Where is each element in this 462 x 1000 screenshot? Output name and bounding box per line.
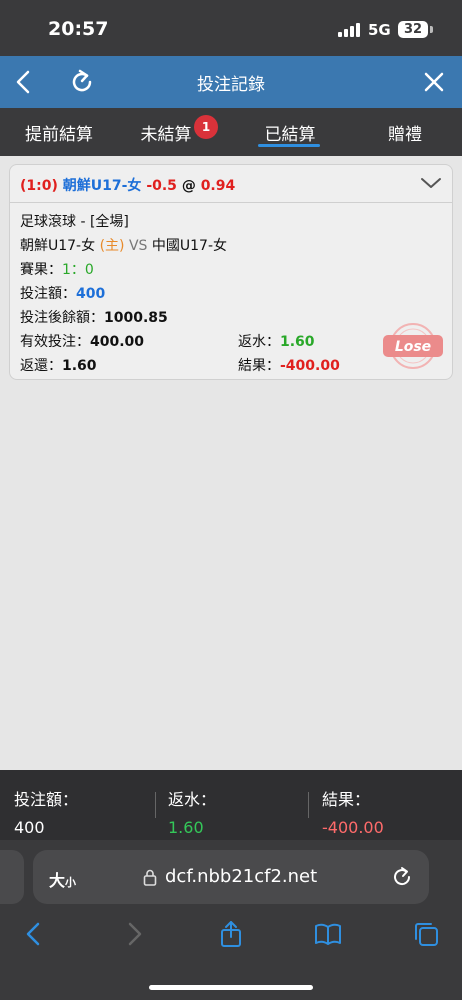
rebate-label: 返水：	[238, 334, 280, 350]
browser-toolbar: 大小 dcf.nbb21cf2.net	[0, 840, 462, 1000]
stake-value: 400	[76, 286, 106, 302]
summary-rebate-value: 1.60	[168, 818, 204, 837]
market-name: 足球滾球 - [全場]	[20, 214, 129, 230]
chevron-down-icon[interactable]	[420, 175, 442, 191]
browser-forward-icon[interactable]	[120, 920, 148, 948]
odds: 0.94	[200, 178, 236, 194]
browser-back-icon[interactable]	[20, 920, 48, 948]
valid-bet-row: 有效投注：400.00	[20, 331, 144, 351]
address-bar[interactable]: 大小 dcf.nbb21cf2.net	[33, 850, 429, 904]
result-value: 1：0	[62, 262, 94, 278]
summary-result: 結果： -400.00	[322, 786, 384, 837]
result-label: 賽果：	[20, 262, 62, 278]
tab-bar: 提前結算 未結算 1 已結算 贈禮	[0, 108, 462, 156]
outcome-value: -400.00	[280, 358, 340, 374]
balance-label: 投注後餘額：	[20, 310, 104, 326]
share-icon[interactable]	[217, 920, 245, 948]
return-row: 返還：1.60	[20, 355, 97, 375]
bet-card-header[interactable]: (1:0) 朝鮮U17-女 -0.5 @ 0.94	[10, 165, 452, 203]
rebate-row: 返水：1.60	[238, 331, 315, 351]
tab-settled[interactable]: 已結算	[262, 120, 318, 145]
tab-early-settle[interactable]: 提前結算	[22, 120, 96, 145]
url-text: dcf.nbb21cf2.net	[165, 866, 318, 887]
tab-gift[interactable]: 贈禮	[386, 120, 424, 145]
battery-tip	[430, 26, 433, 33]
page-title: 投注記錄	[197, 75, 265, 95]
network-type: 5G	[368, 21, 391, 39]
bet-selection: (1:0) 朝鮮U17-女 -0.5 @ 0.94	[20, 175, 235, 195]
return-label: 返還：	[20, 358, 62, 374]
lose-stamp-text: Lose	[395, 339, 431, 355]
lock-icon	[143, 868, 157, 886]
summary-bar: 投注額： 400 返水： 1.60 結果： -400.00	[0, 770, 462, 840]
lose-stamp: Lose	[383, 318, 443, 378]
text-size-button[interactable]: 大小	[49, 867, 76, 891]
previous-tab-pill[interactable]	[0, 850, 24, 904]
divider	[308, 792, 309, 818]
summary-result-label: 結果：	[322, 790, 371, 809]
bookmarks-icon[interactable]	[314, 920, 342, 948]
summary-rebate: 返水： 1.60	[168, 786, 216, 837]
status-bar: 20:57 5G 32	[0, 0, 462, 56]
handicap: -0.5	[146, 178, 177, 194]
match-teams: 朝鮮U17-女 (主) VS 中國U17-女	[20, 235, 227, 255]
stake-row: 投注額：400	[20, 283, 105, 303]
app-header: 投注記錄	[0, 56, 462, 108]
stake-label: 投注額：	[20, 286, 76, 302]
tab-unsettled[interactable]: 未結算	[138, 120, 194, 145]
battery-icon: 32	[398, 21, 428, 38]
rebate-value: 1.60	[280, 334, 315, 350]
live-score: (1:0)	[20, 178, 58, 194]
summary-stake: 投注額： 400	[14, 786, 78, 837]
at-sign: @	[181, 178, 196, 194]
close-icon[interactable]	[418, 66, 450, 98]
summary-stake-label: 投注額：	[14, 790, 79, 809]
home-indicator	[149, 985, 313, 990]
summary-result-value: -400.00	[322, 818, 384, 837]
divider	[155, 792, 156, 818]
outcome-row: 結果：-400.00	[238, 355, 340, 375]
valid-bet-label: 有效投注：	[20, 334, 90, 350]
selected-team: 朝鮮U17-女	[62, 178, 142, 194]
balance-value: 1000.85	[104, 310, 168, 326]
return-value: 1.60	[62, 358, 97, 374]
match-result: 賽果：1：0	[20, 259, 94, 279]
vs-label: VS	[128, 238, 148, 254]
signal-icon	[338, 23, 362, 37]
status-time: 20:57	[48, 18, 109, 40]
away-team: 中國U17-女	[151, 238, 228, 254]
unsettled-badge: 1	[194, 115, 218, 139]
home-tag: (主)	[99, 238, 125, 254]
balance-row: 投注後餘額：1000.85	[20, 307, 168, 327]
summary-stake-value: 400	[14, 818, 45, 837]
valid-bet-value: 400.00	[90, 334, 145, 350]
summary-rebate-label: 返水：	[168, 790, 217, 809]
home-team: 朝鮮U17-女	[20, 238, 96, 254]
reload-icon[interactable]	[389, 864, 415, 890]
outcome-label: 結果：	[238, 358, 280, 374]
tabs-icon[interactable]	[412, 920, 440, 948]
active-tab-indicator	[258, 144, 320, 147]
